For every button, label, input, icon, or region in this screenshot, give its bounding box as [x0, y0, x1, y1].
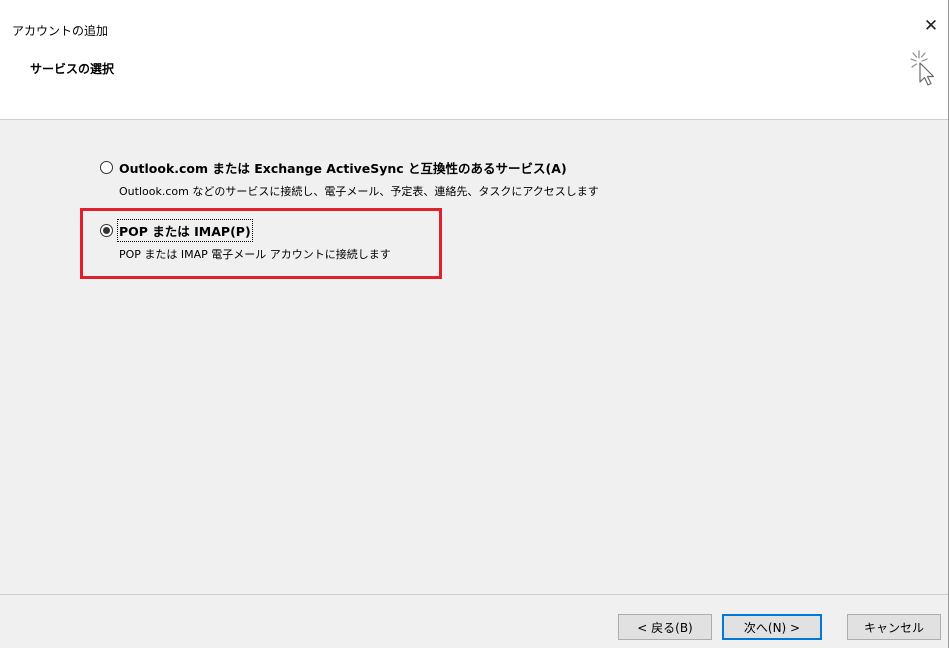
window-title: アカウントの追加 — [12, 24, 109, 38]
page-title: サービスの選択 — [30, 62, 115, 76]
title-bar: アカウントの追加 ✕ — [0, 0, 949, 44]
dialog-header: サービスの選択 — [0, 44, 949, 120]
close-icon[interactable]: ✕ — [919, 14, 943, 38]
button-bar: < 戻る(B) 次へ(N) > キャンセル — [0, 594, 949, 648]
option-exchange-description: Outlook.com などのサービスに接続し、電子メール、予定表、連絡先、タス… — [119, 185, 599, 198]
add-account-dialog: アカウントの追加 ✕ サービスの選択 Outlook.com または Excha… — [0, 0, 949, 648]
next-button[interactable]: 次へ(N) > — [722, 614, 822, 640]
option-exchange-label[interactable]: Outlook.com または Exchange ActiveSync と互換性… — [119, 158, 567, 177]
back-button[interactable]: < 戻る(B) — [618, 614, 712, 640]
option-exchange[interactable]: Outlook.com または Exchange ActiveSync と互換性… — [100, 158, 599, 199]
radio-exchange[interactable] — [100, 161, 113, 174]
service-selection-panel: Outlook.com または Exchange ActiveSync と互換性… — [0, 120, 949, 594]
cancel-button[interactable]: キャンセル — [847, 614, 941, 640]
highlight-box — [80, 208, 442, 279]
sparkle-cursor-icon — [907, 48, 941, 92]
